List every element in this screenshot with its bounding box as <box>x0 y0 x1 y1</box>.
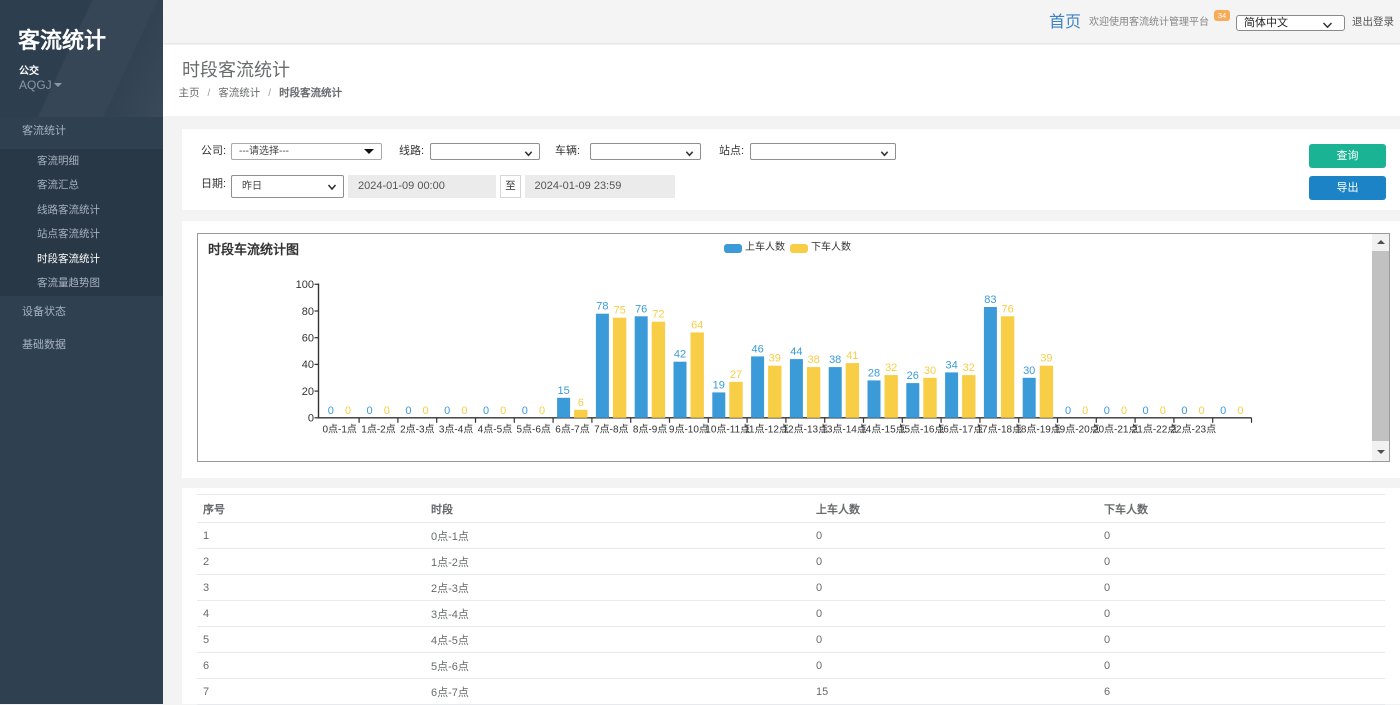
svg-text:32: 32 <box>885 362 897 374</box>
svg-text:0: 0 <box>1065 405 1071 417</box>
svg-text:42: 42 <box>674 349 686 361</box>
svg-text:44: 44 <box>790 346 802 358</box>
svg-text:8点-9点: 8点-9点 <box>633 423 667 435</box>
svg-text:26: 26 <box>907 370 919 382</box>
svg-text:6: 6 <box>578 397 584 409</box>
svg-text:83: 83 <box>984 294 996 306</box>
svg-text:0: 0 <box>483 405 489 417</box>
svg-text:19: 19 <box>713 379 725 391</box>
svg-text:0: 0 <box>405 405 411 417</box>
svg-text:2点-3点: 2点-3点 <box>400 423 434 435</box>
svg-text:0: 0 <box>1121 405 1127 417</box>
svg-text:30: 30 <box>924 365 936 377</box>
svg-text:3点-4点: 3点-4点 <box>439 423 473 435</box>
svg-text:0: 0 <box>522 405 528 417</box>
svg-text:60: 60 <box>302 333 314 345</box>
svg-text:0: 0 <box>1181 405 1187 417</box>
svg-text:64: 64 <box>691 319 703 331</box>
svg-text:0: 0 <box>1104 405 1110 417</box>
svg-text:30: 30 <box>1023 365 1035 377</box>
svg-text:76: 76 <box>1001 303 1013 315</box>
svg-text:0: 0 <box>1160 405 1166 417</box>
svg-text:0: 0 <box>367 405 373 417</box>
svg-text:40: 40 <box>302 359 314 371</box>
svg-text:0: 0 <box>345 405 351 417</box>
svg-text:4点-5点: 4点-5点 <box>478 423 512 435</box>
svg-text:0: 0 <box>500 405 506 417</box>
svg-text:39: 39 <box>1040 353 1052 365</box>
svg-text:32: 32 <box>963 362 975 374</box>
svg-text:38: 38 <box>807 354 819 366</box>
svg-text:76: 76 <box>635 303 647 315</box>
svg-text:20: 20 <box>302 386 314 398</box>
svg-text:0: 0 <box>1082 405 1088 417</box>
svg-text:9点-10点: 9点-10点 <box>669 423 709 435</box>
svg-text:0: 0 <box>444 405 450 417</box>
svg-text:39: 39 <box>769 353 781 365</box>
svg-text:1点-2点: 1点-2点 <box>361 423 395 435</box>
svg-text:41: 41 <box>846 350 858 362</box>
svg-text:6点-7点: 6点-7点 <box>555 423 589 435</box>
svg-text:34: 34 <box>945 359 957 371</box>
svg-text:0: 0 <box>423 405 429 417</box>
svg-text:0: 0 <box>1199 405 1205 417</box>
svg-text:100: 100 <box>296 279 314 291</box>
svg-text:7点-8点: 7点-8点 <box>594 423 628 435</box>
svg-text:0: 0 <box>328 405 334 417</box>
svg-text:27: 27 <box>730 369 742 381</box>
svg-text:5点-6点: 5点-6点 <box>516 423 550 435</box>
svg-text:0: 0 <box>461 405 467 417</box>
svg-text:0: 0 <box>1220 405 1226 417</box>
svg-text:38: 38 <box>829 354 841 366</box>
svg-text:28: 28 <box>868 367 880 379</box>
svg-text:75: 75 <box>613 305 625 317</box>
svg-text:0: 0 <box>1143 405 1149 417</box>
svg-text:46: 46 <box>751 343 763 355</box>
svg-text:0: 0 <box>539 405 545 417</box>
svg-text:78: 78 <box>596 301 608 313</box>
svg-text:0点-1点: 0点-1点 <box>322 423 356 435</box>
svg-text:15: 15 <box>557 385 569 397</box>
svg-text:0: 0 <box>384 405 390 417</box>
svg-text:0: 0 <box>308 413 314 425</box>
svg-text:22点-23点: 22点-23点 <box>1171 423 1217 435</box>
svg-text:80: 80 <box>302 306 314 318</box>
svg-text:72: 72 <box>652 309 664 321</box>
svg-text:0: 0 <box>1237 405 1243 417</box>
